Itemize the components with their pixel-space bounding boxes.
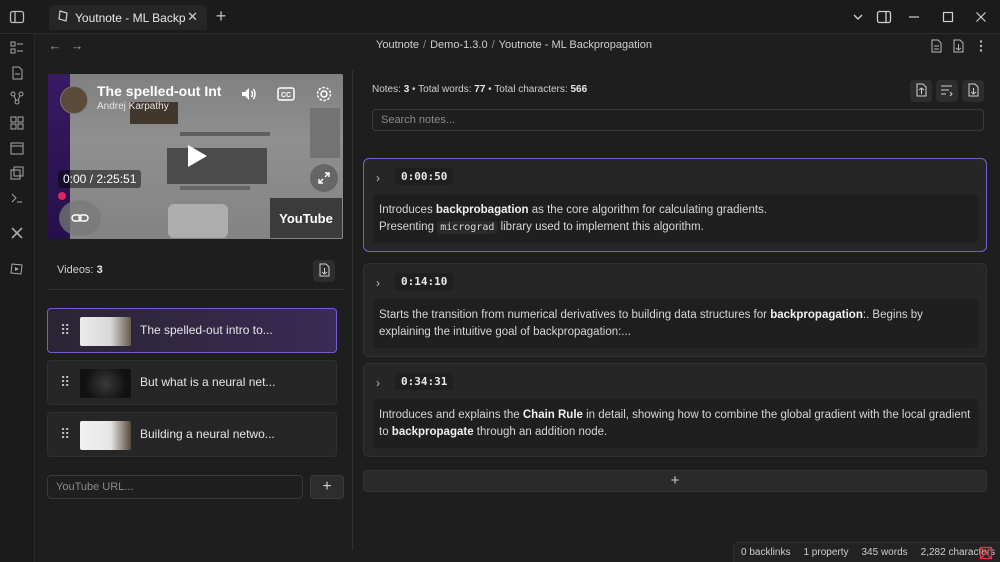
export-file-icon bbox=[317, 263, 331, 280]
video-list-item[interactable]: ⠿ Building a neural netwo... bbox=[47, 412, 337, 457]
video-list-title: The spelled-out intro to... bbox=[140, 323, 273, 337]
grid-icon[interactable] bbox=[8, 114, 26, 132]
play-icon[interactable] bbox=[179, 138, 215, 174]
sidebar-toggle-icon[interactable] bbox=[7, 7, 27, 27]
terminal-icon[interactable] bbox=[8, 189, 26, 207]
forward-arrow-icon[interactable]: → bbox=[68, 37, 86, 55]
chevron-right-icon[interactable]: › bbox=[376, 376, 380, 390]
file-download-icon bbox=[966, 83, 980, 100]
minimize-icon[interactable] bbox=[904, 7, 924, 27]
volume-icon[interactable] bbox=[238, 83, 260, 105]
breadcrumb-item[interactable]: Demo-1.3.0 bbox=[430, 39, 487, 51]
video-thumbnail bbox=[80, 369, 131, 398]
note-timestamp[interactable]: 0:00:50 bbox=[395, 168, 454, 185]
maximize-icon[interactable] bbox=[938, 7, 958, 27]
breadcrumb-item[interactable]: Youtnote bbox=[376, 39, 419, 51]
note-timestamp[interactable]: 0:34:31 bbox=[395, 373, 454, 390]
reading-view-icon[interactable] bbox=[929, 39, 943, 53]
tools-icon[interactable] bbox=[8, 224, 26, 242]
list-sort-icon bbox=[940, 83, 954, 100]
video-thumbnail bbox=[80, 317, 131, 346]
left-ribbon bbox=[0, 34, 35, 562]
export-file-icon[interactable] bbox=[951, 39, 965, 53]
sync-status-icon[interactable] bbox=[979, 546, 993, 560]
video-list-title: Building a neural netwo... bbox=[140, 427, 275, 441]
back-arrow-icon[interactable]: ← bbox=[46, 37, 64, 55]
drag-handle-icon[interactable]: ⠿ bbox=[60, 374, 70, 391]
svg-text:CC: CC bbox=[281, 92, 291, 99]
status-properties[interactable]: 1 property bbox=[803, 547, 848, 558]
export-videos-button[interactable] bbox=[313, 260, 335, 282]
note-body[interactable]: Starts the transition from numerical der… bbox=[373, 299, 978, 348]
youtube-url-input[interactable] bbox=[47, 475, 303, 499]
video-time: 0:00 / 2:25:51 bbox=[58, 170, 142, 188]
add-video-button[interactable]: + bbox=[310, 475, 344, 499]
note-card[interactable]: › 0:00:50 Introduces backprobagation as … bbox=[363, 158, 987, 252]
title-bar: Youtnote - ML Backpro... ✕ + bbox=[0, 0, 1000, 34]
calendar-icon[interactable] bbox=[8, 139, 26, 157]
settings-gear-icon[interactable] bbox=[313, 83, 335, 105]
copy-link-icon[interactable] bbox=[59, 200, 101, 236]
video-list-item[interactable]: ⠿ But what is a neural net... bbox=[47, 360, 337, 405]
search-notes-input[interactable] bbox=[372, 109, 984, 131]
video-list-item[interactable]: ⠿ The spelled-out intro to... bbox=[47, 308, 337, 353]
channel-avatar[interactable] bbox=[60, 86, 88, 114]
captions-icon[interactable]: CC bbox=[275, 83, 297, 105]
progress-scrubber[interactable] bbox=[58, 192, 66, 200]
videos-count: Videos: 3 bbox=[57, 264, 103, 276]
notes-stats: Notes: 3 • Total words: 77 • Total chara… bbox=[372, 84, 588, 95]
close-tab-icon[interactable]: ✕ bbox=[187, 9, 198, 25]
breadcrumb: Youtnote / Demo-1.3.0/Youtnote - ML Backpr… bbox=[376, 39, 652, 51]
fullscreen-icon[interactable] bbox=[310, 164, 338, 192]
note-timestamp[interactable]: 0:14:10 bbox=[395, 273, 454, 290]
video-preview-inset bbox=[168, 204, 228, 238]
status-bar: 0 backlinks 1 property 345 words 2,282 c… bbox=[733, 542, 1000, 562]
drag-handle-icon[interactable]: ⠿ bbox=[60, 322, 70, 339]
file-export-icon bbox=[914, 83, 928, 100]
files-icon[interactable] bbox=[8, 39, 26, 57]
divider bbox=[48, 289, 343, 290]
panel-divider[interactable] bbox=[352, 70, 353, 550]
status-words: 345 words bbox=[861, 547, 908, 558]
video-author[interactable]: Andrej Karpathy bbox=[97, 101, 169, 112]
sort-notes-button[interactable] bbox=[936, 80, 958, 102]
view-header: ← → Youtnote / Demo-1.3.0/Youtnote - ML Ba… bbox=[36, 34, 1000, 58]
tab-title: Youtnote - ML Backpro... bbox=[75, 10, 185, 25]
close-window-icon[interactable] bbox=[971, 7, 991, 27]
youtube-watermark[interactable]: YouTube bbox=[270, 198, 342, 238]
chevron-right-icon[interactable]: › bbox=[376, 171, 380, 185]
video-title[interactable]: The spelled-out Intr bbox=[97, 83, 221, 99]
tab-youtnote[interactable]: Youtnote - ML Backpro... ✕ bbox=[49, 5, 207, 30]
tab-app-icon bbox=[57, 10, 69, 25]
video-thumbnail bbox=[80, 421, 131, 450]
video-player[interactable]: The spelled-out Intr Andrej Karpathy CC … bbox=[48, 74, 343, 239]
status-backlinks[interactable]: 0 backlinks bbox=[741, 547, 790, 558]
new-tab-button[interactable]: + bbox=[211, 6, 231, 26]
chevron-right-icon[interactable]: › bbox=[376, 276, 380, 290]
note-card[interactable]: › 0:14:10 Starts the transition from num… bbox=[363, 263, 987, 357]
note-card[interactable]: › 0:34:31 Introduces and explains the Ch… bbox=[363, 363, 987, 457]
right-sidebar-toggle-icon[interactable] bbox=[874, 7, 894, 27]
add-note-button[interactable]: + bbox=[363, 470, 987, 492]
note-body[interactable]: Introduces and explains the Chain Rule i… bbox=[373, 399, 978, 448]
note-icon[interactable] bbox=[8, 64, 26, 82]
note-body[interactable]: Introduces backprobagation as the core a… bbox=[373, 194, 978, 243]
more-options-icon[interactable] bbox=[974, 39, 988, 53]
export-notes-button[interactable] bbox=[910, 80, 932, 102]
download-notes-button[interactable] bbox=[962, 80, 984, 102]
chevron-down-icon[interactable] bbox=[848, 7, 868, 27]
drag-handle-icon[interactable]: ⠿ bbox=[60, 426, 70, 443]
video-list-title: But what is a neural net... bbox=[140, 375, 276, 389]
breadcrumb-item[interactable]: Youtnote - ML Backpropagation bbox=[499, 39, 652, 51]
copy-icon[interactable] bbox=[8, 164, 26, 182]
graph-icon[interactable] bbox=[8, 89, 26, 107]
youtnote-plugin-icon[interactable] bbox=[8, 260, 26, 278]
